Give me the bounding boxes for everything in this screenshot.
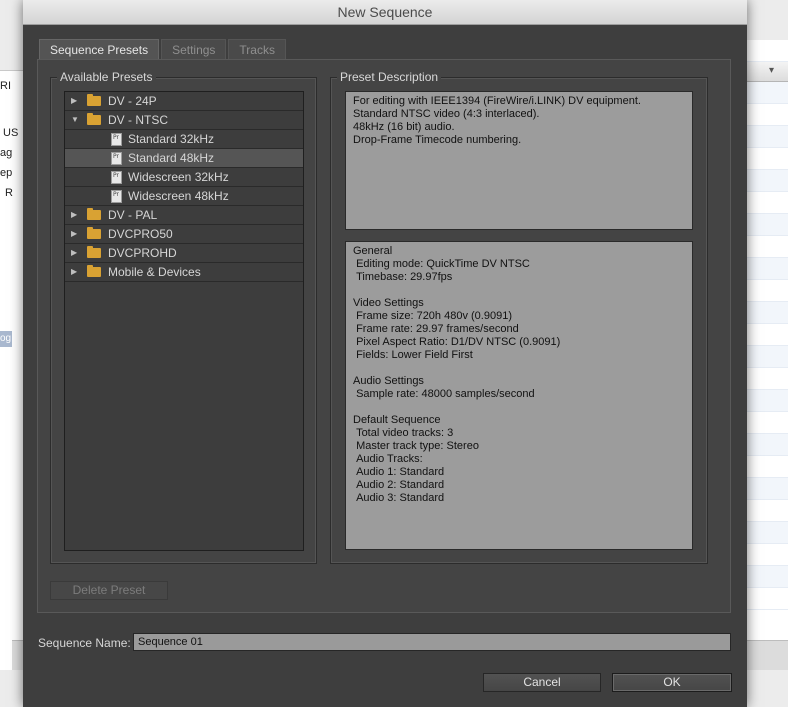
preset-folder-dvcprohd[interactable]: ▶ DVCPROHD [65,244,303,263]
preset-folder-label: DV - NTSC [108,113,168,127]
background-list: ▾ [746,40,788,670]
expand-arrow-icon[interactable]: ▶ [71,210,81,220]
background-text: ep [0,167,13,179]
preset-item-label: Standard 32kHz [128,132,215,146]
chevron-down-icon: ▾ [768,65,774,76]
tab-tracks[interactable]: Tracks [228,39,286,59]
preset-item-standard-32khz[interactable]: Pr Standard 32kHz [65,130,303,149]
preset-item-label: Widescreen 48kHz [128,189,229,203]
tab-sequence-presets[interactable]: Sequence Presets [39,39,160,59]
preset-folder-label: DVCPRO50 [108,227,173,241]
preset-description-title: Preset Description [337,70,442,84]
preset-item-widescreen-48khz[interactable]: Pr Widescreen 48kHz [65,187,303,206]
tab-settings[interactable]: Settings [161,39,227,59]
background-text: US [3,127,19,139]
collapse-arrow-icon[interactable]: ▼ [71,115,81,125]
premiere-preset-icon: Pr [111,151,122,165]
premiere-preset-icon: Pr [111,170,122,184]
tab-bar: Sequence Presets Settings Tracks [39,39,288,59]
preset-item-label: Standard 48kHz [128,151,215,165]
cancel-button[interactable]: Cancel [483,673,601,692]
background-text: R [5,187,13,199]
folder-icon [87,227,101,239]
preset-folder-dvcpro50[interactable]: ▶ DVCPRO50 [65,225,303,244]
preset-tree: ▶ DV - 24P ▼ DV - NTSC Pr Standard 32kHz… [64,91,304,551]
folder-icon [87,265,101,277]
preset-folder-label: DVCPROHD [108,246,177,260]
folder-icon [87,113,101,125]
preset-folder-dv-24p[interactable]: ▶ DV - 24P [65,92,303,111]
preset-folder-dv-ntsc[interactable]: ▼ DV - NTSC [65,111,303,130]
preset-summary-text: For editing with IEEE1394 (FireWire/i.LI… [345,91,693,230]
preset-folder-label: DV - 24P [108,94,157,108]
available-presets-title: Available Presets [57,70,156,84]
sequence-name-field[interactable] [133,633,731,651]
preset-folder-mobile-devices[interactable]: ▶ Mobile & Devices [65,263,303,282]
background-text: ag [0,147,13,159]
expand-arrow-icon[interactable]: ▶ [71,229,81,239]
background-text: RI [0,80,11,92]
expand-arrow-icon[interactable]: ▶ [71,248,81,258]
sequence-name-label: Sequence Name: [38,636,131,650]
expand-arrow-icon[interactable]: ▶ [71,96,81,106]
preset-item-widescreen-32khz[interactable]: Pr Widescreen 32kHz [65,168,303,187]
folder-icon [87,208,101,220]
expand-arrow-icon[interactable]: ▶ [71,267,81,277]
new-sequence-dialog: New Sequence Sequence Presets Settings T… [23,0,747,707]
premiere-preset-icon: Pr [111,189,122,203]
folder-icon [87,246,101,258]
premiere-preset-icon: Pr [111,132,122,146]
preset-item-standard-48khz[interactable]: Pr Standard 48kHz [65,149,303,168]
folder-icon [87,94,101,106]
delete-preset-button[interactable]: Delete Preset [50,581,168,600]
dialog-title: New Sequence [23,0,747,25]
background-tag: og [0,331,12,347]
preset-folder-dv-pal[interactable]: ▶ DV - PAL [65,206,303,225]
preset-folder-label: Mobile & Devices [108,265,201,279]
preset-details-text: General Editing mode: QuickTime DV NTSC … [345,241,693,550]
ok-button[interactable]: OK [612,673,732,692]
preset-item-label: Widescreen 32kHz [128,170,229,184]
preset-folder-label: DV - PAL [108,208,158,222]
